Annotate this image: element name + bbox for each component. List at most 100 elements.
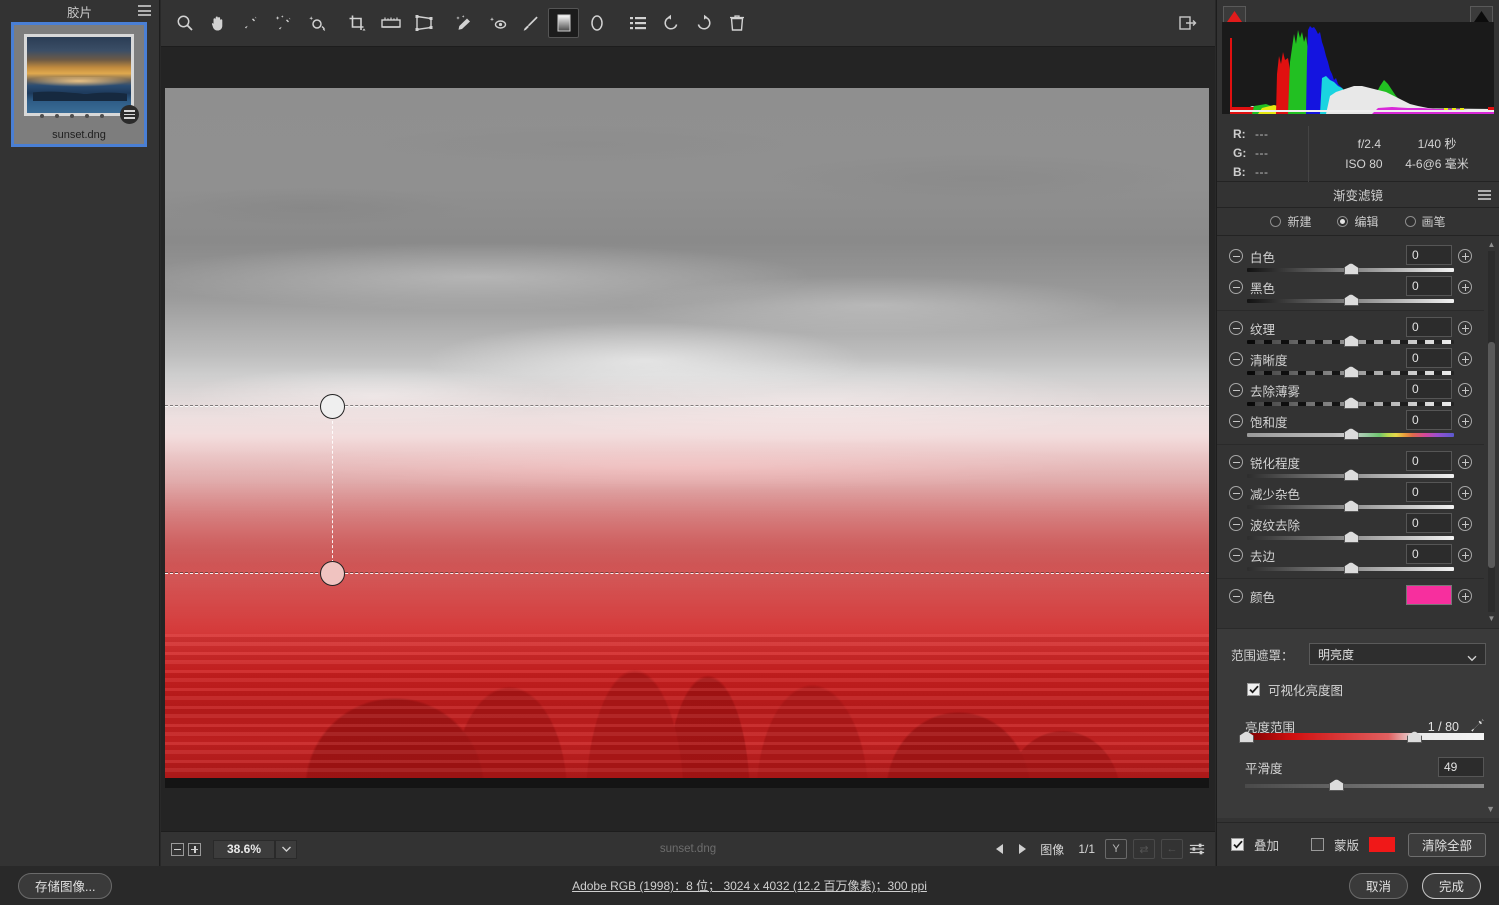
list-item[interactable]: sunset.dng — [11, 22, 147, 147]
slider-row-blacks[interactable]: 黑色 0 — [1217, 274, 1484, 306]
hamburger-icon[interactable] — [138, 5, 151, 16]
minus-circle-icon[interactable] — [1229, 414, 1243, 428]
slider-value[interactable]: 0 — [1406, 379, 1452, 399]
slider-row-clarity[interactable]: 清晰度 0 — [1217, 346, 1484, 378]
preview-image[interactable] — [165, 88, 1209, 788]
red-eye-icon[interactable] — [482, 8, 513, 38]
sliders-icon[interactable] — [1189, 840, 1205, 858]
chevron-up-icon[interactable]: ▲ — [1486, 239, 1497, 250]
minus-circle-icon[interactable] — [1229, 321, 1243, 335]
perspective-icon[interactable] — [408, 8, 439, 38]
magic-eyedropper-icon[interactable] — [268, 8, 299, 38]
plus-circle-icon[interactable] — [1458, 414, 1472, 428]
trash-icon[interactable] — [721, 8, 752, 38]
plus-box-icon[interactable] — [188, 842, 201, 856]
scrollbar-thumb[interactable] — [1488, 342, 1495, 568]
mode-new[interactable]: 新建 — [1270, 213, 1311, 230]
list-icon[interactable] — [622, 8, 653, 38]
mode-edit[interactable]: 编辑 — [1337, 213, 1379, 230]
slider-thumb[interactable] — [1343, 562, 1359, 574]
swap-before-after-button[interactable]: ⇄ — [1133, 839, 1155, 859]
slider-row-moire[interactable]: 波纹去除 0 — [1217, 511, 1484, 543]
slider-value[interactable]: 0 — [1406, 544, 1452, 564]
overlay-checkbox[interactable] — [1231, 838, 1244, 851]
mask-checkbox[interactable] — [1311, 838, 1325, 851]
minus-circle-icon[interactable] — [1229, 486, 1243, 500]
plus-circle-icon[interactable] — [1458, 548, 1472, 562]
gradient-start-handle[interactable] — [320, 394, 345, 419]
rotate-right-icon[interactable] — [688, 8, 719, 38]
smoothness-value[interactable]: 49 — [1438, 757, 1484, 777]
expand-panel-icon[interactable] — [1172, 8, 1203, 38]
plus-circle-icon[interactable] — [1458, 486, 1472, 500]
hamburger-icon[interactable] — [1478, 190, 1491, 200]
slider-row-color[interactable]: 颜色 — [1217, 583, 1484, 609]
luminance-range-track[interactable] — [1245, 733, 1484, 740]
plus-circle-icon[interactable] — [1458, 352, 1472, 366]
minus-circle-icon[interactable] — [1229, 249, 1243, 263]
hand-icon[interactable] — [202, 8, 233, 38]
image-canvas[interactable] — [161, 47, 1215, 831]
panel-scrollbar[interactable]: ▲ ▼ — [1486, 239, 1497, 624]
slider-row-whites[interactable]: 白色 0 — [1217, 243, 1484, 275]
visualize-luminance-row[interactable]: 可视化亮度图 — [1217, 665, 1499, 699]
slider-value[interactable]: 0 — [1406, 410, 1452, 430]
minus-circle-icon[interactable] — [1229, 280, 1243, 294]
triangle-left-icon[interactable] — [992, 840, 1008, 858]
slider-row-noise-reduction[interactable]: 减少杂色 0 — [1217, 480, 1484, 512]
rating-dots[interactable] — [40, 114, 104, 118]
ellipse-icon[interactable] — [581, 8, 612, 38]
minus-circle-icon[interactable] — [1229, 383, 1243, 397]
target-sampler-icon[interactable] — [301, 8, 332, 38]
clear-all-button[interactable]: 清除全部 — [1407, 832, 1486, 857]
plus-circle-icon[interactable] — [1458, 589, 1472, 603]
plus-circle-icon[interactable] — [1458, 383, 1472, 397]
image-info-text[interactable]: Adobe RGB (1998)：8 位； 3024 x 4032 (12.2 … — [0, 877, 1499, 894]
smoothness-track[interactable] — [1245, 784, 1484, 788]
mode-brush[interactable]: 画笔 — [1404, 213, 1446, 230]
minus-box-icon[interactable] — [171, 842, 184, 856]
plus-circle-icon[interactable] — [1458, 280, 1472, 294]
minus-circle-icon[interactable] — [1229, 517, 1243, 531]
slider-thumb[interactable] — [1343, 428, 1359, 440]
straighten-icon[interactable] — [375, 8, 406, 38]
slider-value[interactable]: 0 — [1406, 317, 1452, 337]
plus-circle-icon[interactable] — [1458, 249, 1472, 263]
minus-circle-icon[interactable] — [1229, 352, 1243, 366]
color-swatch[interactable] — [1406, 585, 1452, 605]
slider-row-texture[interactable]: 纹理 0 — [1217, 315, 1484, 347]
slider-value[interactable]: 0 — [1406, 245, 1452, 265]
copy-settings-button[interactable]: ← — [1161, 839, 1183, 859]
slider-value[interactable]: 0 — [1406, 348, 1452, 368]
plus-circle-icon[interactable] — [1458, 517, 1472, 531]
plus-circle-icon[interactable] — [1458, 455, 1472, 469]
eyedropper-icon[interactable] — [235, 8, 266, 38]
before-after-button[interactable]: Y — [1105, 839, 1127, 859]
slider-value[interactable]: 0 — [1406, 513, 1452, 533]
smoothness-thumb[interactable] — [1329, 779, 1344, 791]
slider-value[interactable]: 0 — [1406, 276, 1452, 296]
slider-value[interactable]: 0 — [1406, 451, 1452, 471]
slider-thumb[interactable] — [1343, 294, 1359, 306]
brush-icon[interactable] — [515, 8, 546, 38]
gradient-icon[interactable] — [548, 8, 579, 38]
cancel-button[interactable]: 取消 — [1348, 872, 1408, 899]
chevron-down-icon[interactable]: ▼ — [1486, 804, 1495, 814]
slider-row-saturation[interactable]: 饱和度 0 — [1217, 408, 1484, 440]
triangle-right-icon[interactable] — [1014, 840, 1030, 858]
heal-brush-icon[interactable] — [449, 8, 480, 38]
rotate-left-icon[interactable] — [655, 8, 686, 38]
plus-circle-icon[interactable] — [1458, 321, 1472, 335]
slider-row-dehaze[interactable]: 去除薄雾 0 — [1217, 377, 1484, 409]
chevron-down-icon[interactable]: ▼ — [1486, 613, 1497, 624]
slider-value[interactable]: 0 — [1406, 482, 1452, 502]
adjustment-sliders[interactable]: 白色 0 黑色 0 纹理 0 清晰度 0 去除薄雾 0 饱和度 0 锐化程度 0… — [1217, 239, 1499, 624]
minus-circle-icon[interactable] — [1229, 455, 1243, 469]
gradient-end-handle[interactable] — [320, 561, 345, 586]
visualize-checkbox[interactable] — [1247, 683, 1260, 696]
minus-circle-icon[interactable] — [1229, 548, 1243, 562]
magnifier-icon[interactable] — [169, 8, 200, 38]
slider-row-defringe[interactable]: 去边 0 — [1217, 542, 1484, 574]
done-button[interactable]: 完成 — [1421, 872, 1481, 899]
chevron-down-icon[interactable] — [275, 839, 297, 859]
